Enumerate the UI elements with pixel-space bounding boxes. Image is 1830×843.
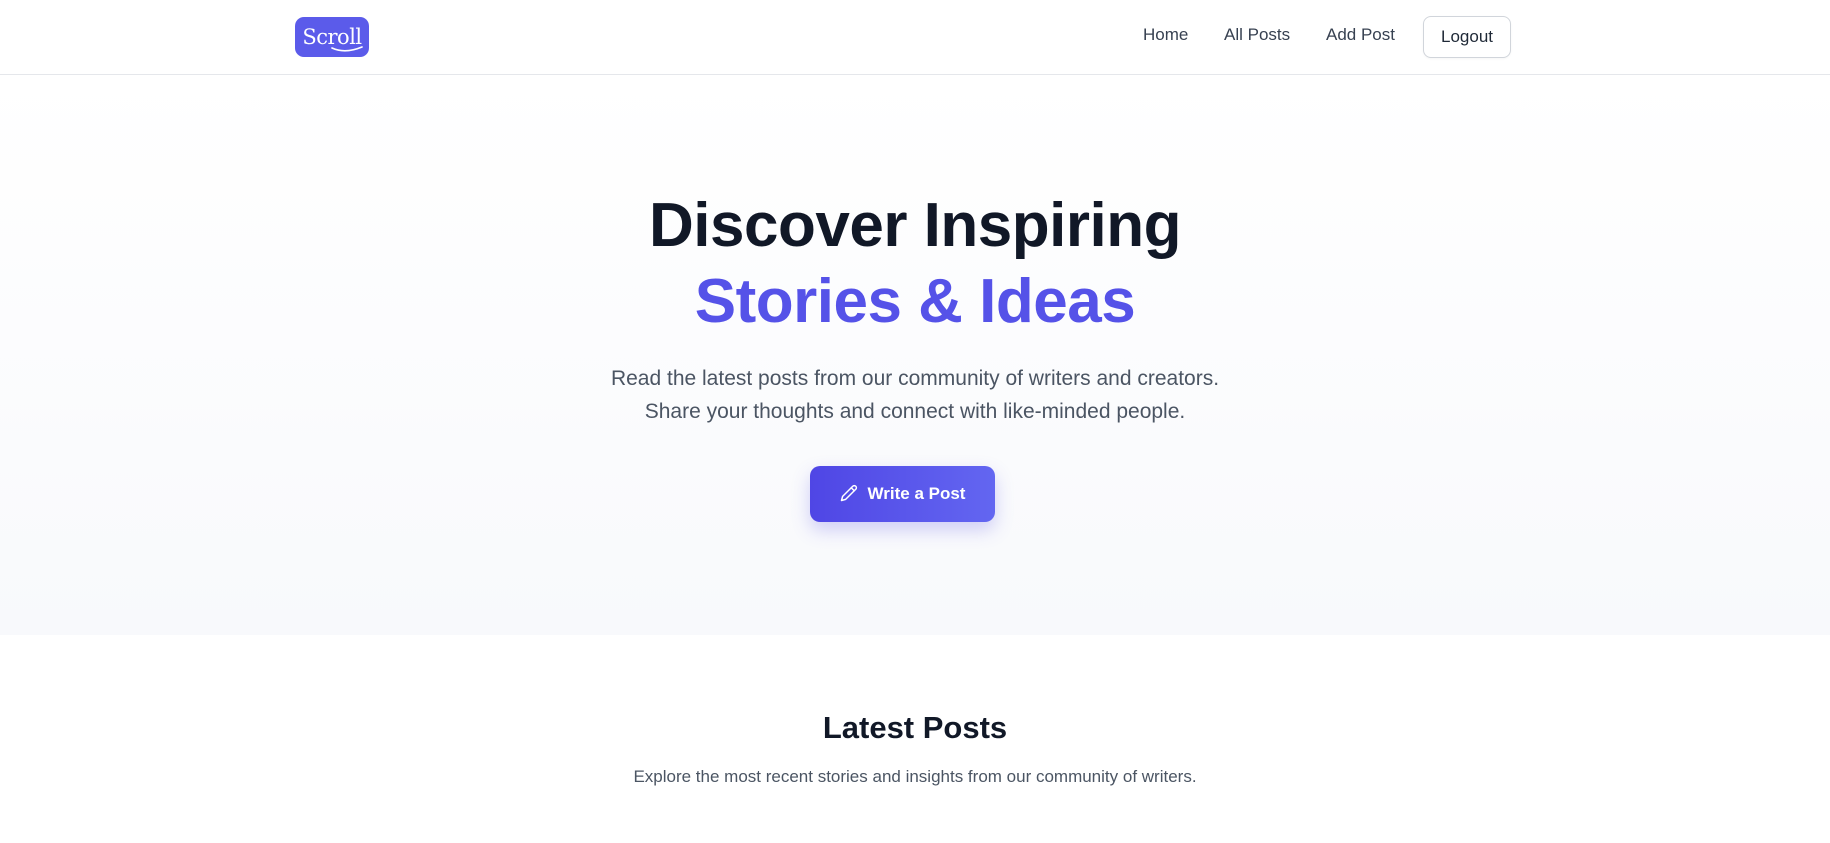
hero-title-line1: Discover Inspiring [649, 191, 1181, 260]
hero-subtitle-line2: Share your thoughts and connect with lik… [644, 400, 1186, 423]
write-post-label: Write a Post [867, 484, 966, 503]
nav-home[interactable]: Home [1143, 25, 1188, 45]
hero-subtitle: Read the latest posts from our community… [0, 362, 1830, 428]
latest-posts-subtitle: Explore the most recent stories and insi… [633, 767, 1197, 786]
logo-swoosh-icon [331, 46, 363, 52]
write-post-button[interactable]: Write a Post [810, 466, 995, 522]
hero-subtitle-line1: Read the latest posts from our community… [610, 367, 1220, 390]
hero-title-line2: Stories & Ideas [694, 267, 1136, 336]
latest-posts-title: Latest Posts [822, 710, 1008, 745]
top-navbar: Scroll Home All Posts Add Post Logout [0, 0, 1830, 75]
logo[interactable]: Scroll [295, 17, 369, 57]
nav-all-posts[interactable]: All Posts [1224, 25, 1290, 45]
hero-section: Discover Inspiring Stories & Ideas Read … [0, 75, 1830, 635]
logout-button[interactable]: Logout [1423, 16, 1511, 58]
pencil-icon [840, 484, 857, 502]
nav-add-post[interactable]: Add Post [1326, 25, 1395, 45]
